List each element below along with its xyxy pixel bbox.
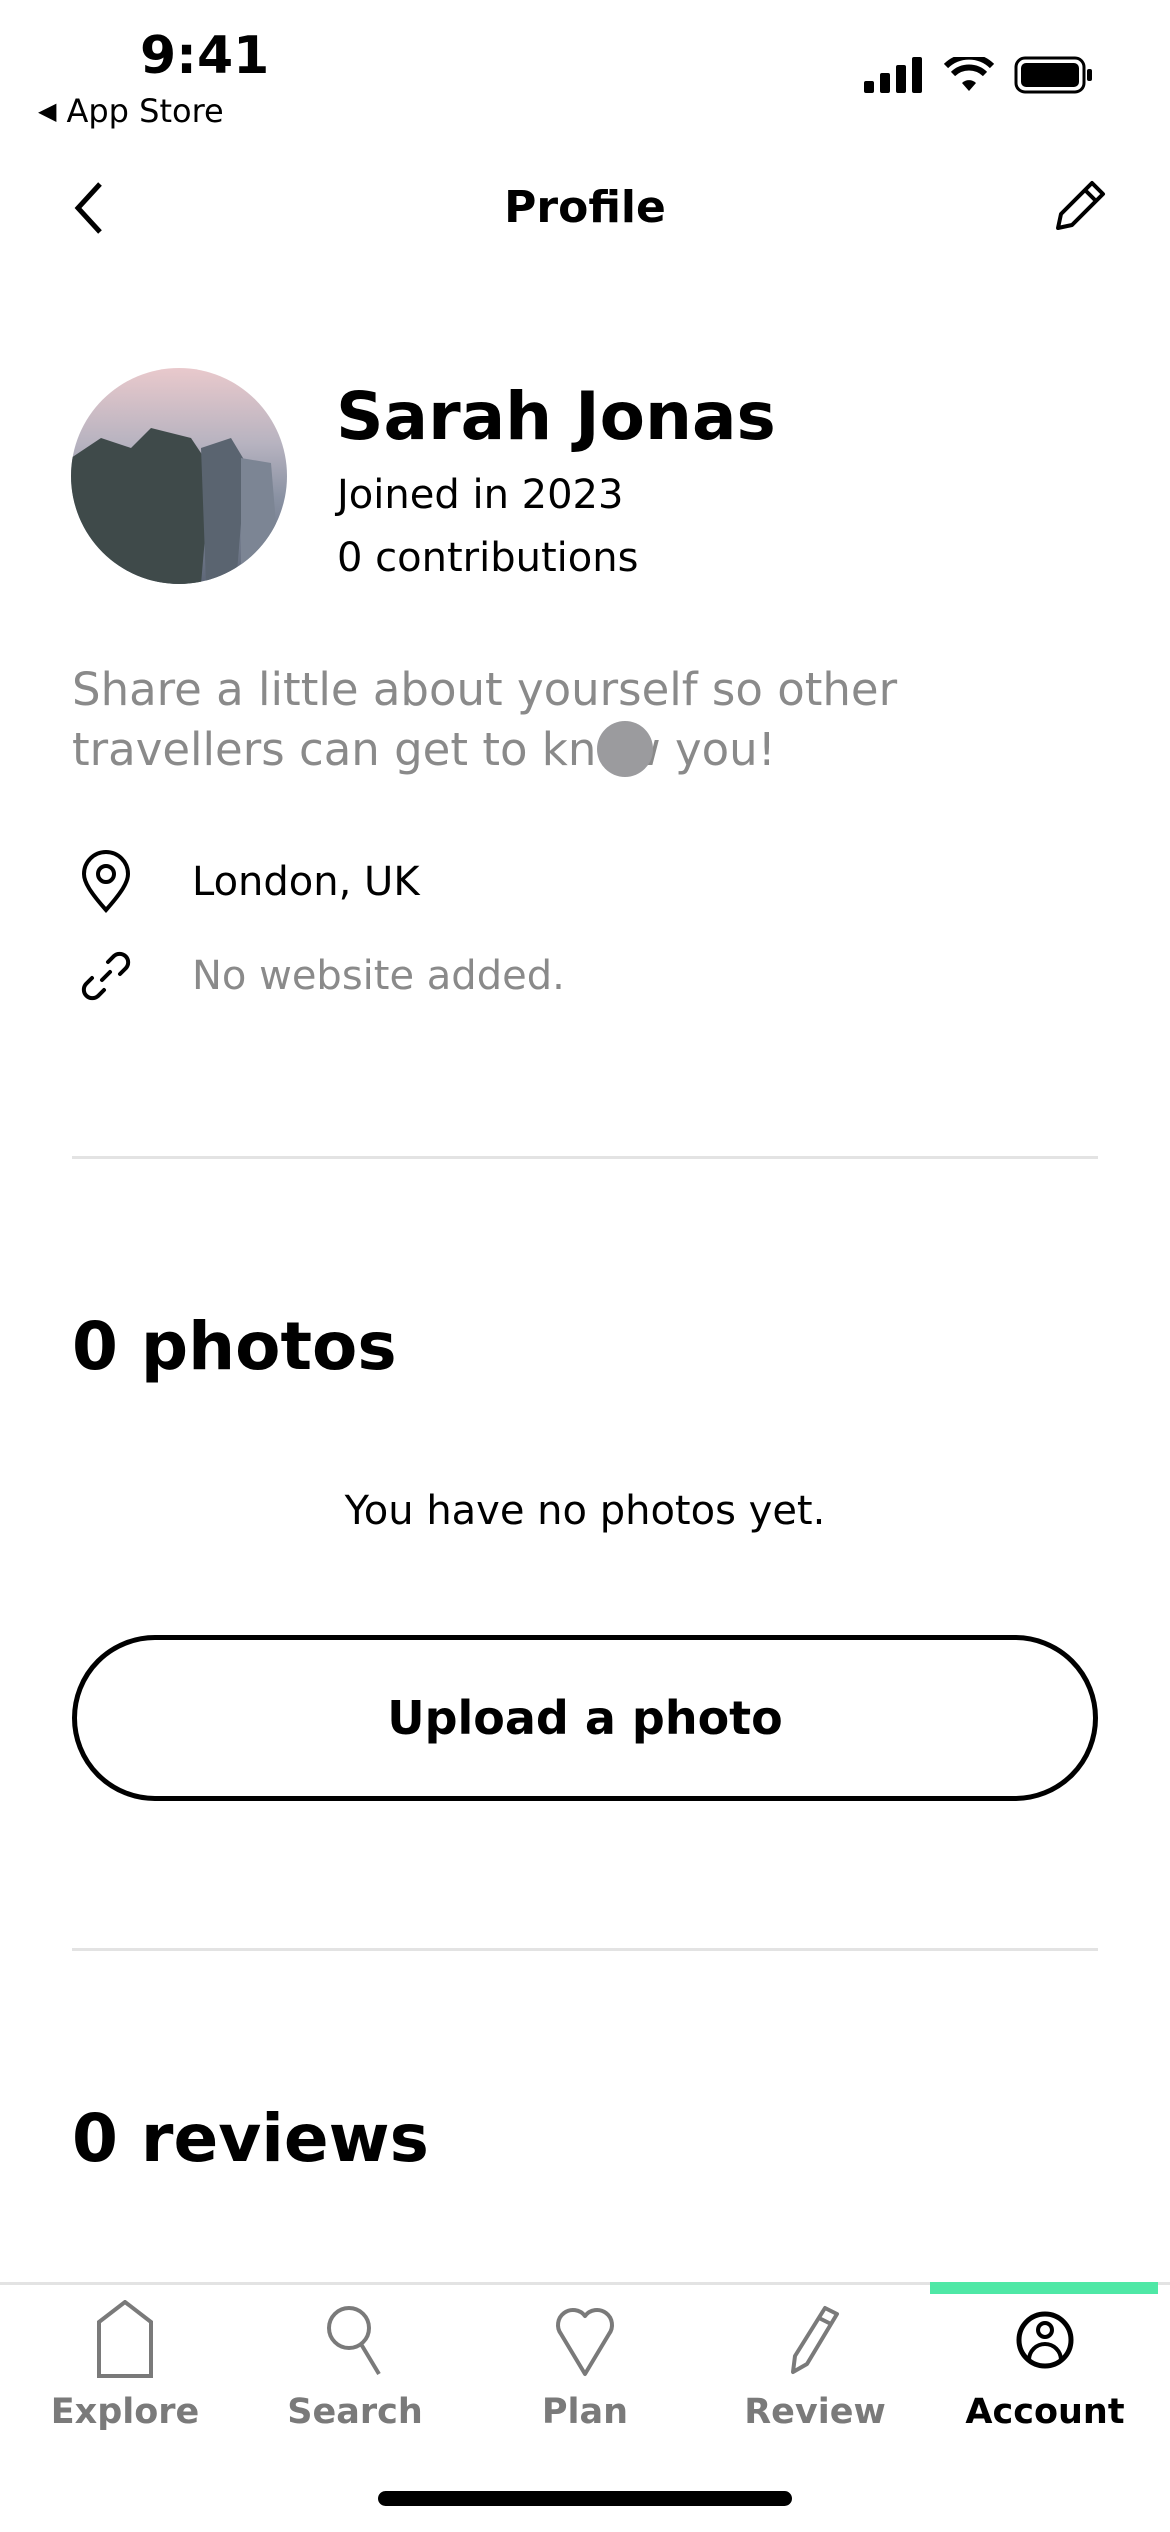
- touch-indicator: [597, 721, 653, 777]
- avatar-cliffs-image: [71, 428, 281, 584]
- tab-plan[interactable]: Plan: [468, 2300, 702, 2432]
- tab-search[interactable]: Search: [238, 2300, 472, 2432]
- status-time: 9:41: [140, 26, 270, 86]
- bio-placeholder[interactable]: Share a little about yourself so other t…: [72, 660, 1112, 780]
- upload-photo-button[interactable]: Upload a photo: [72, 1635, 1098, 1801]
- heart-icon: [556, 2308, 614, 2376]
- location-pin-icon: [81, 850, 131, 914]
- pencil-icon: [791, 2306, 839, 2374]
- no-photos-message: You have no photos yet.: [344, 1488, 826, 1534]
- home-indicator[interactable]: [378, 2491, 792, 2506]
- reviews-heading: 0 reviews: [72, 2100, 429, 2177]
- active-tab-indicator: [930, 2282, 1158, 2294]
- profile-name: Sarah Jonas: [336, 378, 776, 455]
- tab-review[interactable]: Review: [698, 2300, 932, 2432]
- photos-heading: 0 photos: [72, 1308, 397, 1385]
- divider: [72, 1948, 1098, 1951]
- link-icon: [81, 951, 131, 1001]
- back-app-label: App Store: [66, 92, 224, 130]
- joined-date: Joined in 2023: [337, 472, 624, 518]
- divider: [72, 1156, 1098, 1159]
- location-row: London, UK: [78, 850, 420, 914]
- page-title: Profile: [504, 182, 666, 233]
- website-row: No website added.: [78, 948, 565, 1004]
- home-icon: [97, 2300, 153, 2378]
- search-icon: [327, 2306, 381, 2376]
- status-icons: [864, 56, 1094, 94]
- website-text: No website added.: [192, 953, 565, 999]
- location-text: London, UK: [192, 859, 420, 905]
- back-triangle-icon: ◀: [38, 97, 57, 125]
- tab-label: Search: [287, 2392, 423, 2432]
- tab-label: Plan: [541, 2392, 629, 2432]
- avatar[interactable]: [71, 368, 287, 584]
- battery-icon: [1014, 56, 1092, 94]
- tab-label: Account: [965, 2392, 1125, 2432]
- wifi-icon: [944, 57, 994, 91]
- signal-icon: [864, 57, 922, 93]
- tab-label: Explore: [50, 2392, 200, 2432]
- edit-pencil-icon[interactable]: [1052, 178, 1108, 234]
- tab-account[interactable]: Account: [928, 2300, 1162, 2432]
- tab-explore[interactable]: Explore: [8, 2300, 242, 2432]
- tab-label: Review: [744, 2392, 886, 2432]
- back-to-app-store[interactable]: ◀ App Store: [38, 92, 224, 130]
- account-icon: [1016, 2311, 1074, 2369]
- contributions-count[interactable]: 0 contributions: [337, 535, 638, 581]
